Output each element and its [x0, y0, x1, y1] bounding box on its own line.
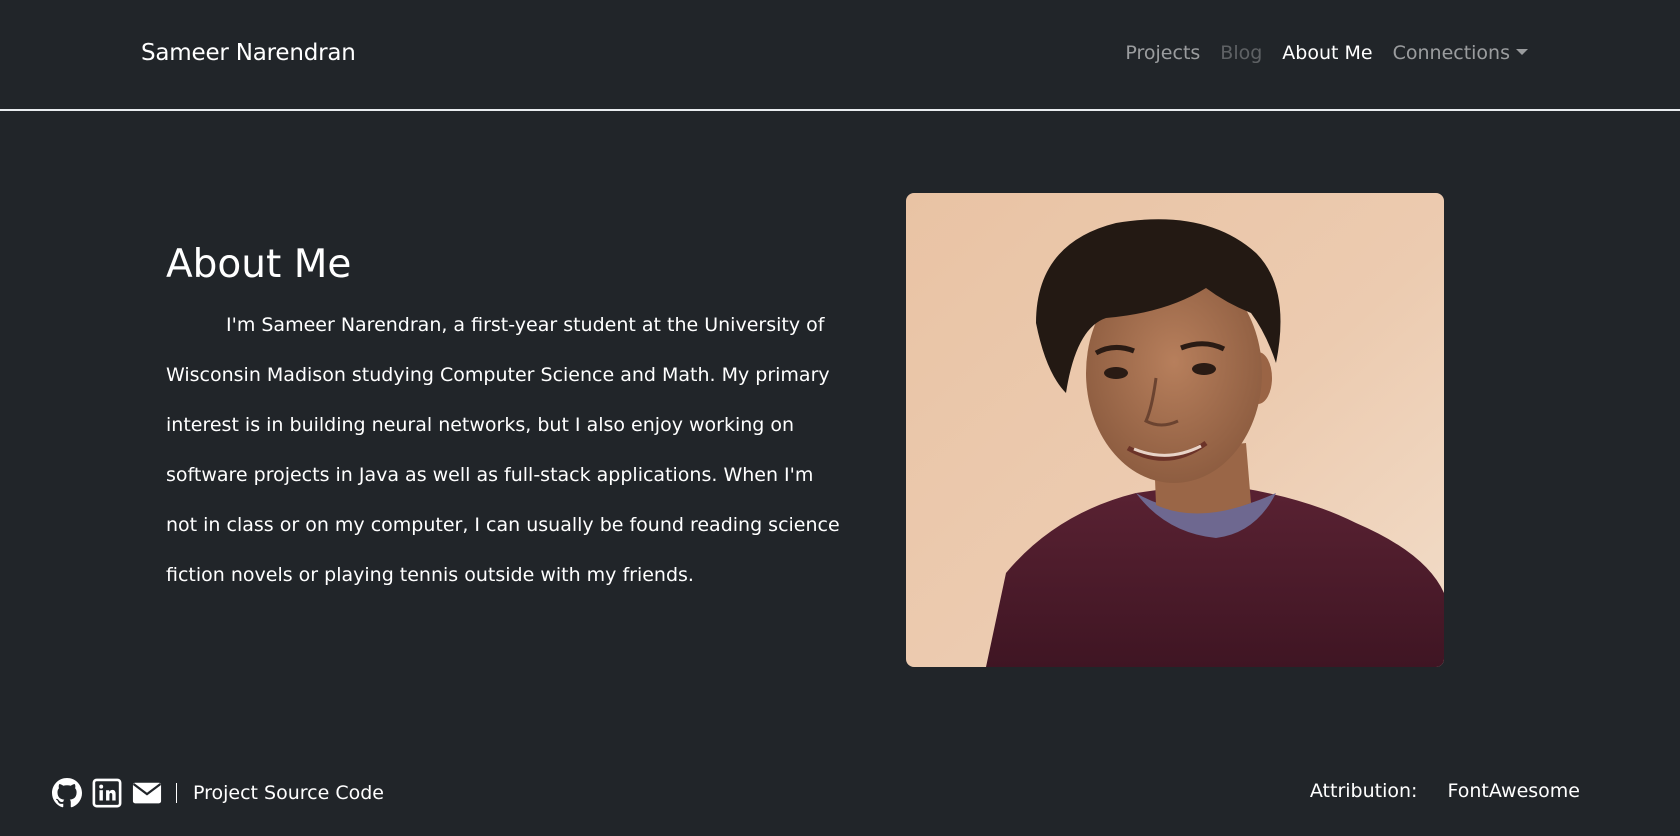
caret-down-icon — [1516, 49, 1528, 55]
nav-links: Projects Blog About Me Connections — [1125, 42, 1528, 64]
footer-divider — [176, 783, 177, 803]
attribution-label: Attribution: — [1309, 780, 1418, 802]
fontawesome-link[interactable]: FontAwesome — [1447, 780, 1580, 802]
nav-projects[interactable]: Projects — [1125, 42, 1200, 64]
navbar: Sameer Narendran Projects Blog About Me … — [0, 0, 1680, 111]
nav-connections-dropdown[interactable]: Connections — [1393, 42, 1528, 64]
nav-connections-label: Connections — [1392, 42, 1510, 64]
linkedin-icon[interactable] — [92, 778, 122, 808]
nav-blog: Blog — [1220, 42, 1263, 64]
github-icon[interactable] — [52, 778, 82, 808]
profile-photo — [906, 193, 1444, 667]
page-title: About Me — [166, 242, 352, 287]
footer: Project Source Code Attribution: FontAwe… — [0, 770, 1680, 814]
attribution: Attribution: FontAwesome — [1310, 780, 1580, 802]
envelope-icon[interactable] — [132, 778, 162, 808]
footer-icons: Project Source Code — [52, 778, 384, 808]
about-body: I'm Sameer Narendran, a first-year stude… — [166, 314, 840, 586]
about-section: About Me I'm Sameer Narendran, a first-y… — [166, 240, 856, 600]
nav-about-me[interactable]: About Me — [1282, 42, 1372, 64]
project-source-link[interactable]: Project Source Code — [193, 782, 384, 804]
brand-link[interactable]: Sameer Narendran — [141, 40, 356, 66]
